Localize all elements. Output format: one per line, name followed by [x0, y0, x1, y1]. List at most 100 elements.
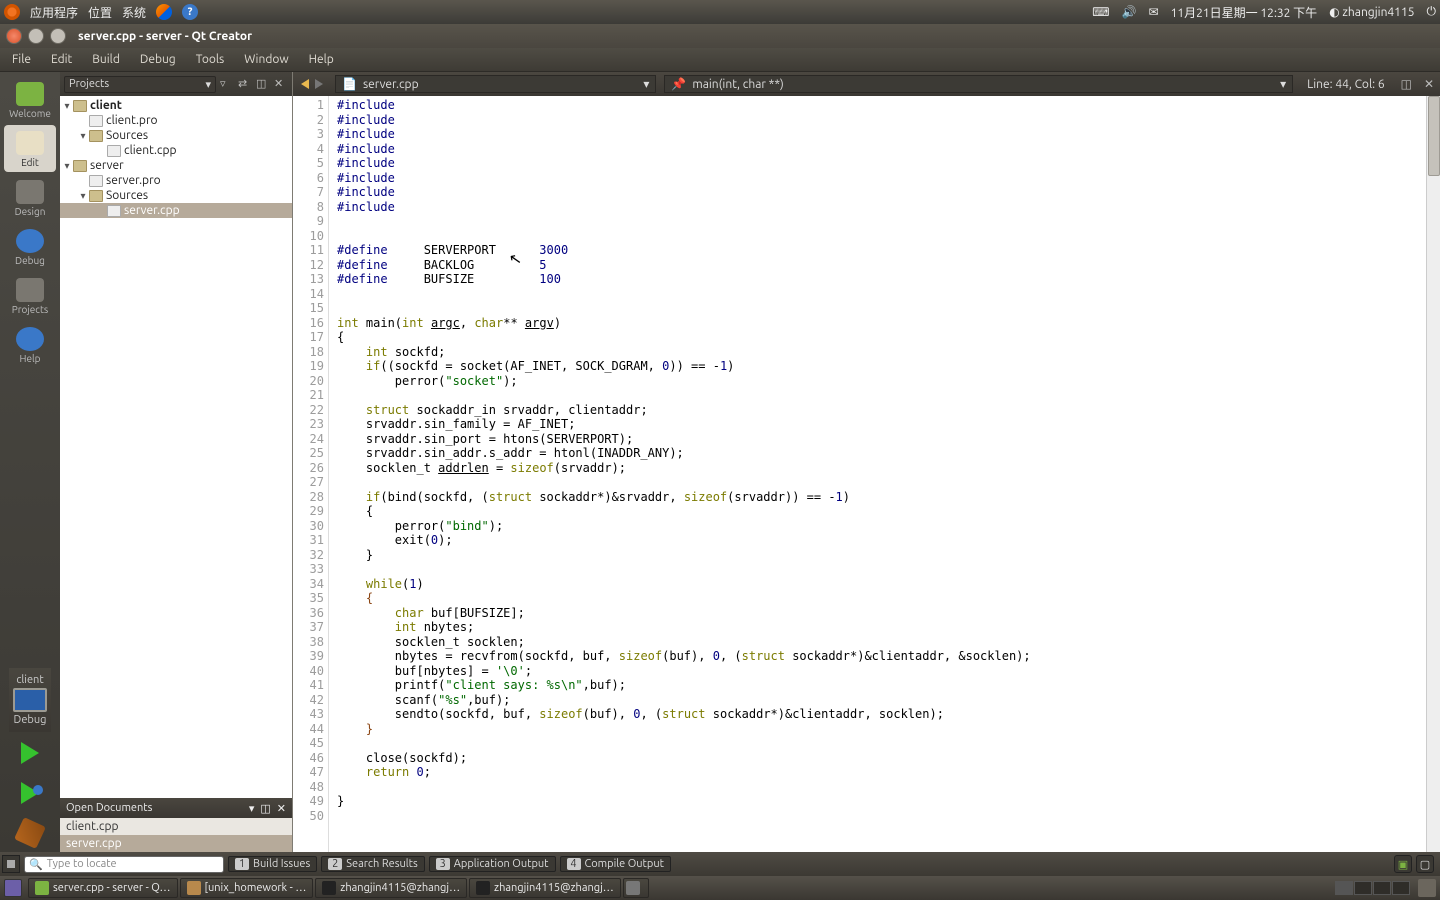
- progress-indicator[interactable]: ▣: [1394, 855, 1412, 873]
- task-terminal-1[interactable]: zhangjin4115@zhangj…: [315, 878, 467, 898]
- code-content[interactable]: #include #include #include #include #inc…: [329, 96, 1426, 852]
- split-editor-icon[interactable]: ◫: [1395, 77, 1418, 91]
- menu-build[interactable]: Build: [82, 50, 130, 69]
- projects-toolbar: Projects▾ ▿ ⇄ ◫ ✕: [60, 72, 292, 96]
- close-output-icon[interactable]: ▢: [1416, 855, 1434, 873]
- editor-area: 📄 server.cpp▾ 📌main(int, char **)▾ Line:…: [293, 72, 1440, 852]
- run-button[interactable]: [10, 738, 50, 768]
- tab-search-results[interactable]: 2Search Results: [321, 856, 425, 872]
- ubuntu-logo-icon[interactable]: [4, 4, 20, 20]
- debug-icon: [16, 229, 44, 253]
- line-gutter: 1 2 3 4 5 6 7 8 9 10 11 12 13 14 15 16 1…: [293, 96, 329, 852]
- locator-placeholder: Type to locate: [47, 858, 117, 870]
- menu-help[interactable]: Help: [299, 50, 344, 69]
- scrollbar-thumb[interactable]: [1428, 96, 1440, 176]
- split-icon[interactable]: ◫: [260, 802, 270, 815]
- task-qtcreator[interactable]: server.cpp - server - Q…: [28, 878, 178, 898]
- minimize-window-button[interactable]: [28, 28, 44, 44]
- projects-icon: [16, 278, 44, 302]
- build-button[interactable]: [10, 818, 50, 848]
- vertical-scrollbar[interactable]: [1426, 96, 1440, 852]
- run-target-selector[interactable]: client Debug: [9, 668, 51, 732]
- mode-design[interactable]: Design: [4, 174, 56, 221]
- firefox-launcher-icon[interactable]: [156, 4, 172, 20]
- mode-welcome[interactable]: Welcome: [4, 76, 56, 123]
- places-menu[interactable]: 位置: [88, 4, 112, 21]
- tree-item-server-cpp[interactable]: server.cpp: [60, 203, 292, 218]
- mode-debug[interactable]: Debug: [4, 223, 56, 270]
- project-tree[interactable]: ▾client client.pro ▾Sources client.cpp ▾…: [60, 96, 292, 798]
- tab-compile-output[interactable]: 4Compile Output: [560, 856, 671, 872]
- folder-icon: [73, 160, 87, 172]
- qt-icon: [35, 881, 49, 895]
- locator-input[interactable]: 🔍 Type to locate: [24, 856, 224, 873]
- menubar: File Edit Build Debug Tools Window Help: [0, 48, 1440, 72]
- tab-app-output[interactable]: 3Application Output: [429, 856, 556, 872]
- mode-projects[interactable]: Projects: [4, 272, 56, 319]
- pro-file-icon: [89, 115, 103, 127]
- show-desktop-button[interactable]: [4, 879, 22, 897]
- menu-file[interactable]: File: [2, 50, 41, 69]
- system-menu[interactable]: 系统: [122, 4, 146, 21]
- tab-build-issues[interactable]: 1Build Issues: [228, 856, 317, 872]
- open-doc-item[interactable]: client.cpp: [60, 818, 292, 835]
- code-editor[interactable]: 1 2 3 4 5 6 7 8 9 10 11 12 13 14 15 16 1…: [293, 96, 1440, 852]
- mail-indicator-icon[interactable]: ✉: [1149, 5, 1159, 19]
- folder-icon: [187, 881, 201, 895]
- target-mode: Debug: [13, 714, 47, 726]
- qt-icon: [16, 82, 44, 106]
- folder-icon: [73, 100, 87, 112]
- mode-edit[interactable]: Edit: [4, 125, 56, 172]
- keyboard-indicator-icon[interactable]: ⌨: [1092, 5, 1109, 19]
- help-icon: [16, 327, 44, 351]
- open-doc-item[interactable]: server.cpp: [60, 835, 292, 852]
- close-pane-icon[interactable]: ✕: [277, 802, 286, 815]
- folder-icon: [89, 190, 103, 202]
- workspace-switcher[interactable]: [1335, 881, 1410, 895]
- monitor-icon: [13, 688, 47, 712]
- edit-icon: [16, 131, 44, 155]
- menu-edit[interactable]: Edit: [41, 50, 82, 69]
- link-icon[interactable]: ⇄: [238, 77, 252, 91]
- debug-run-button[interactable]: [10, 778, 50, 808]
- target-name: client: [13, 674, 47, 686]
- apps-menu[interactable]: 应用程序: [30, 4, 78, 21]
- close-pane-icon[interactable]: ✕: [274, 77, 288, 91]
- open-documents-list[interactable]: client.cpp server.cpp: [60, 818, 292, 852]
- app-icon: [626, 881, 640, 895]
- help-launcher-icon[interactable]: ?: [182, 4, 198, 20]
- pro-file-icon: [89, 175, 103, 187]
- mode-help[interactable]: Help: [4, 321, 56, 368]
- user-menu[interactable]: ◐ zhangjin4115: [1329, 5, 1414, 19]
- trash-icon[interactable]: [1418, 879, 1436, 897]
- filter-icon[interactable]: ▿: [220, 77, 234, 91]
- symbol-crumb[interactable]: 📌main(int, char **)▾: [664, 75, 1293, 93]
- side-panel: Projects▾ ▿ ⇄ ◫ ✕ ▾client client.pro ▾So…: [60, 72, 293, 852]
- gnome-bottom-panel: server.cpp - server - Q… [unix_homework …: [0, 876, 1440, 900]
- split-icon[interactable]: ◫: [256, 77, 270, 91]
- mode-rail: Welcome Edit Design Debug Projects Help …: [0, 72, 60, 852]
- maximize-window-button[interactable]: [50, 28, 66, 44]
- window-title: server.cpp - server - Qt Creator: [78, 30, 252, 43]
- pin-icon: 📌: [671, 77, 686, 91]
- task-unknown[interactable]: [623, 878, 649, 898]
- open-documents-header: Open Documents ▾◫✕: [60, 798, 292, 818]
- window-titlebar[interactable]: server.cpp - server - Qt Creator: [0, 24, 1440, 48]
- view-selector[interactable]: Projects▾: [64, 76, 216, 93]
- nav-fwd-icon[interactable]: [315, 79, 323, 89]
- menu-window[interactable]: Window: [234, 50, 298, 69]
- close-editor-icon[interactable]: ✕: [1418, 77, 1440, 91]
- nav-back-icon[interactable]: [301, 79, 309, 89]
- close-window-button[interactable]: [6, 28, 22, 44]
- shutdown-icon[interactable]: ⏻: [1427, 5, 1437, 19]
- stop-button[interactable]: [2, 855, 20, 873]
- task-nautilus[interactable]: [unix_homework - …: [180, 878, 314, 898]
- cpp-file-icon: [107, 205, 121, 217]
- volume-icon[interactable]: 🔊: [1122, 5, 1137, 19]
- task-terminal-2[interactable]: zhangjin4115@zhangj…: [469, 878, 621, 898]
- menu-tools[interactable]: Tools: [186, 50, 235, 69]
- file-crumb[interactable]: 📄 server.cpp▾: [335, 75, 656, 93]
- clock[interactable]: 11月21日星期一 12:32 下午: [1171, 4, 1318, 21]
- terminal-icon: [322, 881, 336, 895]
- menu-debug[interactable]: Debug: [130, 50, 186, 69]
